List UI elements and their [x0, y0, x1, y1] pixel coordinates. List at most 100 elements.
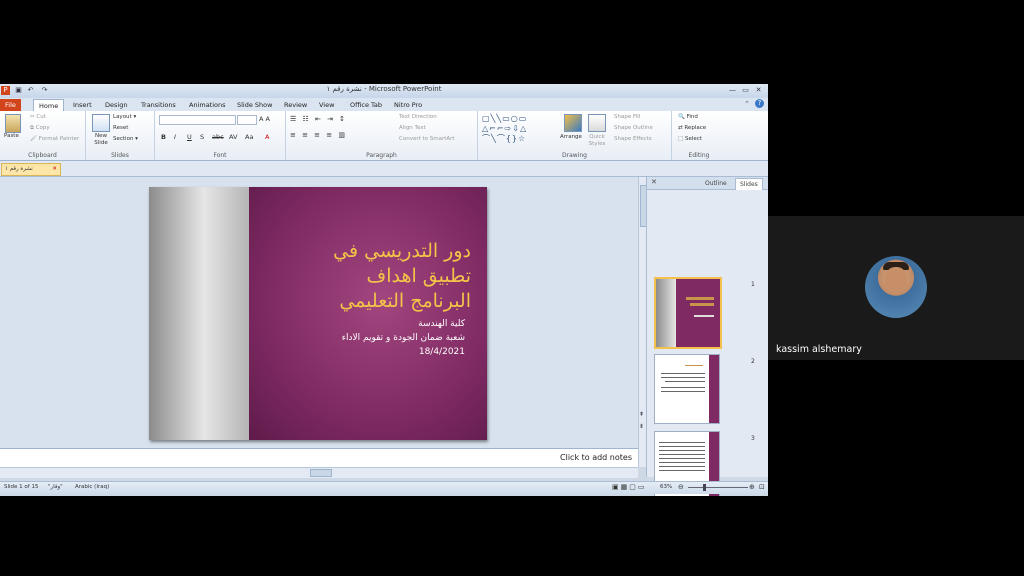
minimize-button[interactable]: — — [728, 86, 737, 95]
font-color-button[interactable]: A — [265, 133, 269, 141]
next-slide-icon[interactable]: ⇟ — [639, 423, 644, 430]
italic-button[interactable]: I — [174, 133, 176, 141]
format-painter-label: Format Painter — [38, 136, 80, 142]
thumb-title-line — [690, 303, 714, 306]
tab-transitions[interactable]: Transitions — [136, 99, 181, 111]
find-button[interactable]: 🔍 Find — [678, 114, 698, 120]
tab-office-tab[interactable]: Office Tab — [345, 99, 387, 111]
zoom-slider[interactable] — [688, 487, 748, 488]
tab-outline[interactable]: Outline — [701, 178, 731, 189]
quick-styles-icon[interactable] — [588, 114, 606, 132]
align-buttons-icon[interactable]: ≡ ≡ ≡ ≡ ▥ — [290, 131, 347, 139]
cut-button[interactable]: ✂ Cut — [30, 114, 46, 120]
slide-date[interactable]: 18/4/2021 — [245, 347, 465, 357]
select-button[interactable]: ⬚ Select — [678, 136, 702, 142]
language-indicator[interactable]: Arabic (Iraq) — [75, 484, 109, 490]
thumb-text-line — [685, 365, 703, 366]
new-slide-label[interactable]: New Slide — [90, 133, 112, 147]
shape-effects-button[interactable]: Shape Effects — [614, 136, 652, 142]
ribbon-collapse-icon[interactable]: ⌃ — [744, 100, 750, 108]
layout-label: Layout — [113, 114, 132, 120]
zoom-slider-thumb[interactable] — [703, 484, 706, 491]
tab-nitro-pro[interactable]: Nitro Pro — [389, 99, 427, 111]
document-tab-close-icon[interactable]: ✕ — [52, 164, 57, 175]
view-buttons-icon[interactable]: ▣▦▢▭ — [612, 483, 646, 491]
tab-review[interactable]: Review — [279, 99, 312, 111]
slide-subtitle-line[interactable]: كلية الهندسة — [245, 319, 465, 329]
tab-animations[interactable]: Animations — [184, 99, 231, 111]
editor-horizontal-scrollbar[interactable] — [0, 467, 638, 478]
thumb-text-line — [665, 381, 705, 382]
current-slide[interactable]: دور التدريسي في تطبيق اهداف البرنامج الت… — [149, 187, 487, 440]
convert-smartart-button[interactable]: Convert to SmartArt — [399, 136, 455, 142]
panel-close-icon[interactable]: ✕ — [651, 178, 657, 186]
shapes-gallery[interactable]: ▢╲╲▭○▭ △⌐⌐⇨⇩△ ⌒╲⌒{}☆ — [482, 114, 554, 144]
maximize-button[interactable]: ▭ — [741, 86, 750, 95]
align-text-button[interactable]: Align Text — [399, 125, 426, 131]
quick-styles-label[interactable]: Quick Styles — [586, 134, 608, 148]
slide-subtitle-line[interactable]: شعبة ضمان الجودة و تقويم الاداء — [245, 333, 465, 343]
layout-button[interactable]: Layout ▾ — [113, 114, 136, 120]
reset-button[interactable]: Reset — [113, 125, 128, 131]
fit-window-icon[interactable]: ⊡ — [759, 483, 765, 491]
slide-thumbnail[interactable] — [654, 354, 720, 424]
zoom-out-icon[interactable]: ⊖ — [678, 483, 684, 491]
bold-button[interactable]: B — [161, 133, 166, 141]
slide-title[interactable]: دور التدريسي في تطبيق اهداف البرنامج الت… — [251, 239, 471, 314]
cut-label: Cut — [36, 114, 46, 120]
paragraph-group: ☰ ☷ ⇤ ⇥ ↕ ≡ ≡ ≡ ≡ ▥ Text Direction Align… — [286, 111, 478, 160]
participant-name: kassim alshemary — [776, 344, 862, 355]
thumb-number: 2 — [751, 358, 755, 365]
participant-avatar — [865, 256, 927, 318]
clipboard-group: Paste ✂ Cut ⧉ Copy 🖌 Format Painter Clip… — [0, 111, 86, 160]
document-tab[interactable]: نشرة رقم ١ ✕ — [1, 163, 61, 176]
thumb-text-line — [659, 454, 705, 455]
tab-slide-show[interactable]: Slide Show — [232, 99, 277, 111]
editing-group-label: Editing — [688, 152, 710, 159]
zoom-level[interactable]: 63% — [660, 484, 672, 490]
replace-button[interactable]: ⇄ Replace — [678, 125, 706, 131]
notes-placeholder: Click to add notes — [560, 453, 632, 462]
underline-button[interactable]: U — [187, 133, 192, 141]
tab-design[interactable]: Design — [100, 99, 132, 111]
char-spacing-button[interactable]: AV — [229, 133, 237, 141]
thumb-number: 3 — [751, 435, 755, 442]
copy-button[interactable]: ⧉ Copy — [30, 125, 50, 132]
format-painter-button[interactable]: 🖌 Format Painter — [30, 136, 79, 142]
slide-thumbnail[interactable] — [654, 277, 722, 349]
slide-title-line: البرنامج التعليمي — [339, 290, 471, 312]
help-icon[interactable]: ? — [755, 99, 764, 108]
previous-slide-icon[interactable]: ⇞ — [639, 411, 644, 418]
strikethrough-button[interactable]: abc — [212, 133, 224, 141]
tab-insert[interactable]: Insert — [68, 99, 97, 111]
list-buttons-icon[interactable]: ☰ ☷ ⇤ ⇥ ↕ — [290, 115, 347, 123]
section-button[interactable]: Section ▾ — [113, 136, 138, 142]
close-window-button[interactable]: ✕ — [754, 86, 763, 95]
select-label: Select — [684, 136, 702, 142]
shadow-button[interactable]: S — [200, 133, 204, 141]
thumb-title-line — [686, 297, 714, 300]
shape-outline-button[interactable]: Shape Outline — [614, 125, 653, 131]
participant-tile: kassim alshemary — [768, 216, 1024, 360]
new-slide-icon[interactable] — [92, 114, 110, 132]
drawing-group: ▢╲╲▭○▭ △⌐⌐⇨⇩△ ⌒╲⌒{}☆ Arrange Quick Styles … — [478, 111, 672, 160]
paste-icon[interactable] — [5, 114, 21, 133]
grow-font-icon[interactable]: A A — [259, 115, 270, 123]
tab-slides[interactable]: Slides — [735, 178, 763, 190]
tab-file[interactable]: File — [0, 99, 21, 111]
status-bar: Slide 1 of 15 "وقار" Arabic (Iraq) ▣▦▢▭ … — [0, 481, 768, 494]
tab-home[interactable]: Home — [33, 99, 65, 111]
hscroll-thumb[interactable] — [310, 469, 332, 477]
shape-fill-button[interactable]: Shape Fill — [614, 114, 640, 120]
notes-pane[interactable]: Click to add notes — [0, 448, 638, 468]
change-case-button[interactable]: Aa — [245, 133, 253, 141]
zoom-in-icon[interactable]: ⊕ — [749, 483, 755, 491]
arrange-label[interactable]: Arrange — [560, 134, 582, 140]
text-direction-button[interactable]: Text Direction — [399, 114, 437, 120]
arrange-icon[interactable] — [564, 114, 582, 132]
font-size-combo[interactable] — [237, 115, 257, 125]
tab-view[interactable]: View — [314, 99, 339, 111]
theme-name[interactable]: "وقار" — [48, 484, 63, 490]
paste-label[interactable]: Paste — [4, 133, 19, 139]
font-name-combo[interactable] — [159, 115, 236, 125]
